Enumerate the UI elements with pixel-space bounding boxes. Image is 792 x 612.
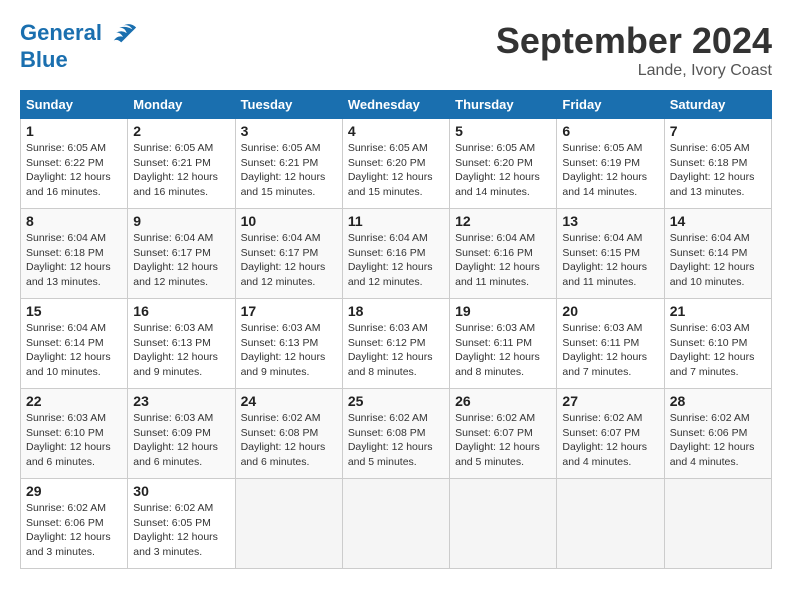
- weekday-header-row: Sunday Monday Tuesday Wednesday Thursday…: [21, 91, 772, 119]
- month-title: September 2024: [496, 20, 772, 62]
- header-saturday: Saturday: [664, 91, 771, 119]
- day-cell-8: 8 Sunrise: 6:04 AMSunset: 6:18 PMDayligh…: [21, 209, 128, 299]
- empty-cell: [235, 479, 342, 569]
- day-cell-17: 17 Sunrise: 6:03 AMSunset: 6:13 PMDaylig…: [235, 299, 342, 389]
- day-cell-18: 18 Sunrise: 6:03 AMSunset: 6:12 PMDaylig…: [342, 299, 449, 389]
- day-cell-27: 27 Sunrise: 6:02 AMSunset: 6:07 PMDaylig…: [557, 389, 664, 479]
- day-cell-10: 10 Sunrise: 6:04 AMSunset: 6:17 PMDaylig…: [235, 209, 342, 299]
- day-cell-24: 24 Sunrise: 6:02 AMSunset: 6:08 PMDaylig…: [235, 389, 342, 479]
- header-friday: Friday: [557, 91, 664, 119]
- day-cell-20: 20 Sunrise: 6:03 AMSunset: 6:11 PMDaylig…: [557, 299, 664, 389]
- location: Lande, Ivory Coast: [496, 62, 772, 80]
- day-cell-26: 26 Sunrise: 6:02 AMSunset: 6:07 PMDaylig…: [450, 389, 557, 479]
- page-header: General Blue September 2024 Lande, Ivory…: [20, 20, 772, 80]
- calendar-table: Sunday Monday Tuesday Wednesday Thursday…: [20, 90, 772, 569]
- day-cell-19: 19 Sunrise: 6:03 AMSunset: 6:11 PMDaylig…: [450, 299, 557, 389]
- day-cell-1: 1 Sunrise: 6:05 AMSunset: 6:22 PMDayligh…: [21, 119, 128, 209]
- header-tuesday: Tuesday: [235, 91, 342, 119]
- empty-cell: [342, 479, 449, 569]
- day-cell-13: 13 Sunrise: 6:04 AMSunset: 6:15 PMDaylig…: [557, 209, 664, 299]
- empty-cell: [664, 479, 771, 569]
- day-cell-4: 4 Sunrise: 6:05 AMSunset: 6:20 PMDayligh…: [342, 119, 449, 209]
- day-cell-15: 15 Sunrise: 6:04 AMSunset: 6:14 PMDaylig…: [21, 299, 128, 389]
- day-cell-21: 21 Sunrise: 6:03 AMSunset: 6:10 PMDaylig…: [664, 299, 771, 389]
- day-cell-9: 9 Sunrise: 6:04 AMSunset: 6:17 PMDayligh…: [128, 209, 235, 299]
- logo-bird-icon: [110, 20, 138, 48]
- day-cell-25: 25 Sunrise: 6:02 AMSunset: 6:08 PMDaylig…: [342, 389, 449, 479]
- logo: General Blue: [20, 20, 138, 72]
- header-thursday: Thursday: [450, 91, 557, 119]
- logo-text-blue: Blue: [20, 48, 138, 72]
- day-cell-12: 12 Sunrise: 6:04 AMSunset: 6:16 PMDaylig…: [450, 209, 557, 299]
- day-cell-30: 30 Sunrise: 6:02 AMSunset: 6:05 PMDaylig…: [128, 479, 235, 569]
- logo-text-general: General: [20, 20, 102, 45]
- day-cell-7: 7 Sunrise: 6:05 AMSunset: 6:18 PMDayligh…: [664, 119, 771, 209]
- day-cell-14: 14 Sunrise: 6:04 AMSunset: 6:14 PMDaylig…: [664, 209, 771, 299]
- empty-cell: [450, 479, 557, 569]
- title-block: September 2024 Lande, Ivory Coast: [496, 20, 772, 80]
- day-cell-6: 6 Sunrise: 6:05 AMSunset: 6:19 PMDayligh…: [557, 119, 664, 209]
- header-wednesday: Wednesday: [342, 91, 449, 119]
- header-sunday: Sunday: [21, 91, 128, 119]
- header-monday: Monday: [128, 91, 235, 119]
- day-cell-16: 16 Sunrise: 6:03 AMSunset: 6:13 PMDaylig…: [128, 299, 235, 389]
- day-cell-23: 23 Sunrise: 6:03 AMSunset: 6:09 PMDaylig…: [128, 389, 235, 479]
- day-cell-2: 2 Sunrise: 6:05 AMSunset: 6:21 PMDayligh…: [128, 119, 235, 209]
- day-cell-11: 11 Sunrise: 6:04 AMSunset: 6:16 PMDaylig…: [342, 209, 449, 299]
- day-cell-29: 29 Sunrise: 6:02 AMSunset: 6:06 PMDaylig…: [21, 479, 128, 569]
- day-cell-28: 28 Sunrise: 6:02 AMSunset: 6:06 PMDaylig…: [664, 389, 771, 479]
- empty-cell: [557, 479, 664, 569]
- day-cell-5: 5 Sunrise: 6:05 AMSunset: 6:20 PMDayligh…: [450, 119, 557, 209]
- day-cell-3: 3 Sunrise: 6:05 AMSunset: 6:21 PMDayligh…: [235, 119, 342, 209]
- day-cell-22: 22 Sunrise: 6:03 AMSunset: 6:10 PMDaylig…: [21, 389, 128, 479]
